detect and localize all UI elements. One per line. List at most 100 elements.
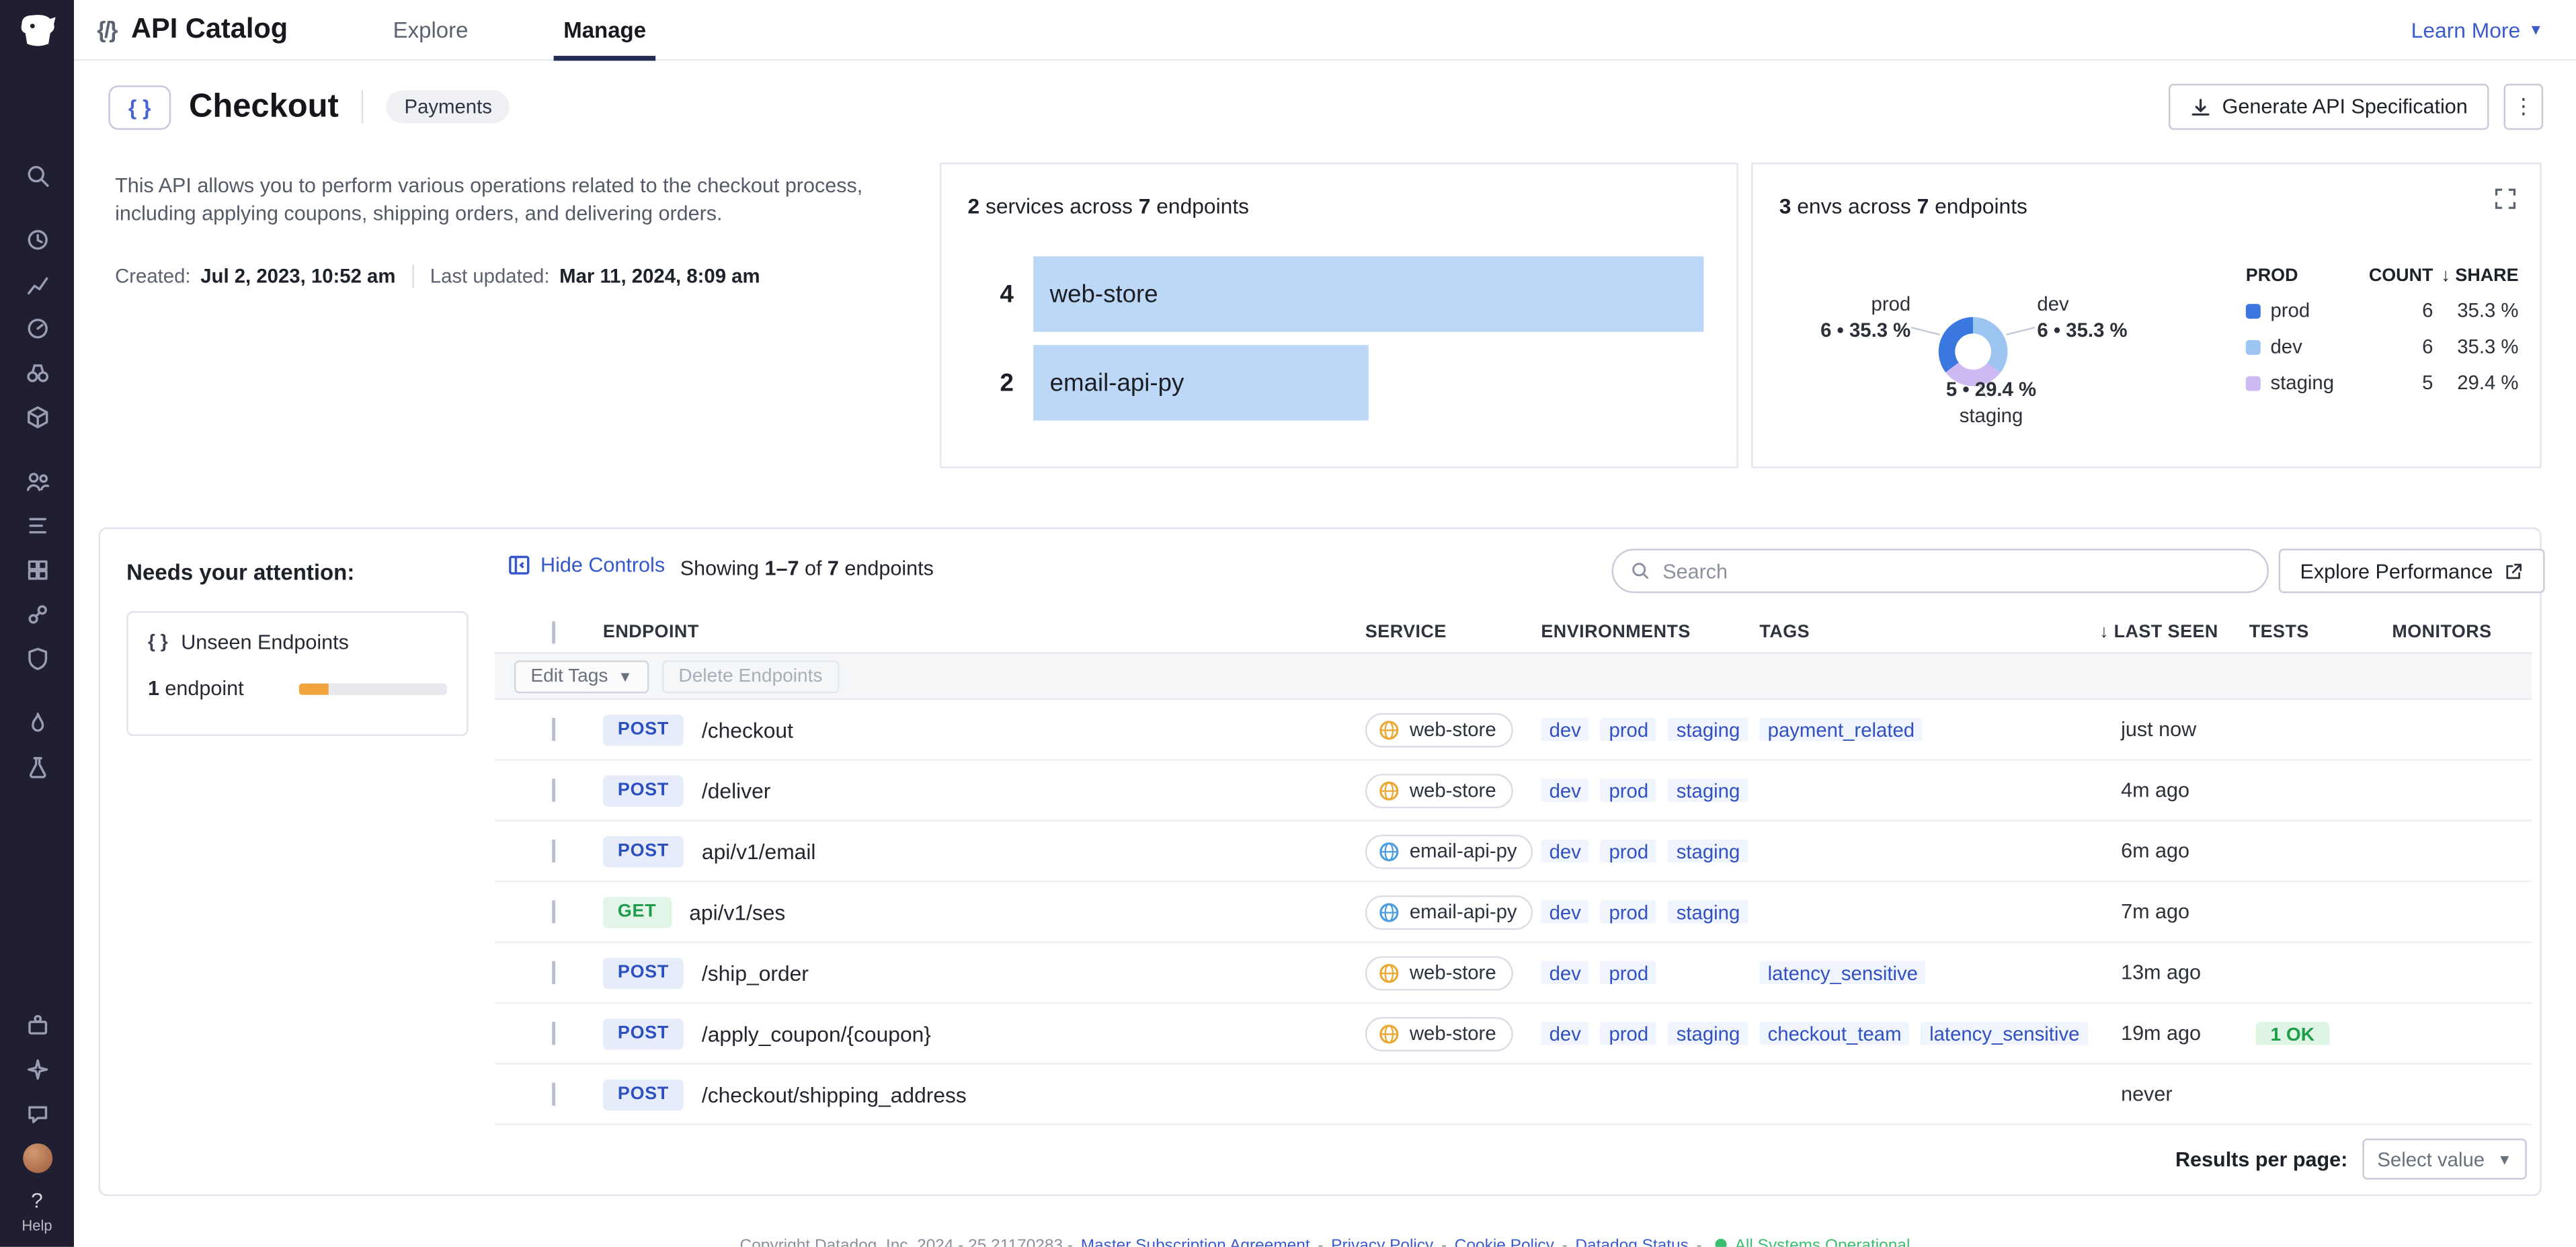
tag[interactable]: checkout_team xyxy=(1759,1022,1909,1045)
endpoint-path[interactable]: /checkout xyxy=(702,717,793,742)
delete-endpoints-button[interactable]: Delete Endpoints xyxy=(662,659,839,692)
environment-tag[interactable]: staging xyxy=(1668,840,1748,862)
hide-controls-button[interactable]: Hide Controls xyxy=(508,554,665,577)
graphs-icon[interactable] xyxy=(0,262,74,306)
chat-icon[interactable] xyxy=(0,1091,74,1135)
service-pill[interactable]: email-api-py xyxy=(1365,834,1533,868)
service-pill[interactable]: email-api-py xyxy=(1365,895,1533,929)
integrations-icon[interactable] xyxy=(0,395,74,439)
results-per-page-select[interactable]: Select value ▼ xyxy=(2362,1139,2526,1180)
col-monitors[interactable]: MONITORS xyxy=(2392,622,2532,641)
tab-manage[interactable]: Manage xyxy=(563,0,646,60)
environment-tag[interactable]: staging xyxy=(1668,778,1748,801)
endpoint-path[interactable]: api/v1/email xyxy=(702,839,816,864)
service-pill[interactable]: web-store xyxy=(1365,955,1513,990)
extensions-icon[interactable] xyxy=(0,1002,74,1047)
col-tags[interactable]: TAGS xyxy=(1759,622,2099,641)
environment-tag[interactable]: prod xyxy=(1601,900,1656,923)
external-link-icon xyxy=(2505,561,2524,581)
tag[interactable]: latency_sensitive xyxy=(1759,961,1926,984)
apm-icon[interactable] xyxy=(0,503,74,547)
row-checkbox[interactable] xyxy=(552,1022,555,1045)
synthetics-icon[interactable] xyxy=(0,592,74,636)
help-button[interactable]: ? Help xyxy=(22,1180,52,1247)
environment-tag[interactable]: dev xyxy=(1541,778,1589,801)
viewport: ? Help {/} API Catalog Explore Manage Le… xyxy=(0,0,2576,1247)
system-status[interactable]: All Systems Operational xyxy=(1735,1237,1910,1247)
legend-row[interactable]: dev635.3 % xyxy=(2246,329,2519,365)
history-icon[interactable] xyxy=(0,217,74,262)
col-tests[interactable]: TESTS xyxy=(2249,622,2392,641)
user-avatar[interactable] xyxy=(0,1135,74,1180)
footer-link[interactable]: Privacy Policy xyxy=(1331,1237,1433,1247)
endpoint-path[interactable]: /checkout/shipping_address xyxy=(702,1082,967,1107)
bar-label: web-store xyxy=(1033,280,1158,309)
sparkles-icon[interactable] xyxy=(0,1047,74,1091)
tag[interactable]: payment_related xyxy=(1759,718,1923,741)
environment-tag[interactable]: prod xyxy=(1601,961,1656,984)
explore-performance-button[interactable]: Explore Performance xyxy=(2279,549,2546,593)
endpoint-path[interactable]: api/v1/ses xyxy=(689,899,785,924)
environment-tag[interactable]: dev xyxy=(1541,1022,1589,1045)
generate-api-spec-button[interactable]: Generate API Specification xyxy=(2168,84,2489,130)
endpoint-rows: POST/checkoutweb-storedevprodstagingpaym… xyxy=(495,700,2532,1125)
legend-row[interactable]: staging529.4 % xyxy=(2246,365,2519,401)
environment-tag[interactable]: staging xyxy=(1668,718,1748,741)
footer-link[interactable]: Master Subscription Agreement xyxy=(1081,1237,1310,1247)
service-pill[interactable]: web-store xyxy=(1365,773,1513,807)
col-endpoint[interactable]: ENDPOINT xyxy=(593,622,1365,641)
footer-link[interactable]: Datadog Status xyxy=(1575,1237,1688,1247)
datadog-logo[interactable] xyxy=(0,7,74,51)
expand-icon[interactable] xyxy=(2494,188,2517,218)
environment-tag[interactable]: dev xyxy=(1541,900,1589,923)
search-input[interactable] xyxy=(1662,559,2251,582)
service-bar[interactable]: email-api-py xyxy=(1033,345,1369,420)
row-checkbox[interactable] xyxy=(552,900,555,923)
service-pill[interactable]: web-store xyxy=(1365,1016,1513,1051)
environment-tag[interactable]: prod xyxy=(1601,718,1656,741)
environment-tag[interactable]: prod xyxy=(1601,840,1656,862)
col-environments[interactable]: ENVIRONMENTS xyxy=(1541,622,1759,641)
category-pill[interactable]: Payments xyxy=(387,90,510,123)
environment-tag[interactable]: dev xyxy=(1541,840,1589,862)
legend-row[interactable]: prod635.3 % xyxy=(2246,292,2519,329)
edit-tags-button[interactable]: Edit Tags ▼ xyxy=(514,659,649,692)
globe-icon xyxy=(1378,1022,1400,1044)
environment-tag[interactable]: dev xyxy=(1541,718,1589,741)
labs-icon[interactable] xyxy=(0,744,74,789)
org-icon[interactable] xyxy=(0,458,74,503)
search-icon[interactable] xyxy=(0,153,74,197)
select-all-checkbox[interactable] xyxy=(552,620,555,643)
row-checkbox[interactable] xyxy=(552,961,555,984)
endpoint-path[interactable]: /deliver xyxy=(702,778,770,803)
endpoint-path[interactable]: /ship_order xyxy=(702,960,809,985)
learn-more-link[interactable]: Learn More ▼ xyxy=(2411,17,2544,42)
tag[interactable]: latency_sensitive xyxy=(1921,1022,2088,1045)
service-pill[interactable]: web-store xyxy=(1365,712,1513,746)
endpoint-path[interactable]: /apply_coupon/{coupon} xyxy=(702,1021,931,1046)
service-bar[interactable]: web-store xyxy=(1033,256,1703,331)
footer-link[interactable]: Cookie Policy xyxy=(1455,1237,1554,1247)
security-icon[interactable] xyxy=(0,636,74,680)
col-service[interactable]: SERVICE xyxy=(1365,622,1541,641)
watchdog-icon[interactable] xyxy=(0,350,74,395)
col-last-seen[interactable]: ↓LAST SEEN xyxy=(2099,622,2249,641)
created-label: Created: xyxy=(115,264,190,287)
containers-icon[interactable] xyxy=(0,547,74,592)
more-options-button[interactable]: ⋮ xyxy=(2504,84,2544,130)
row-checkbox[interactable] xyxy=(552,778,555,801)
environment-tag[interactable]: staging xyxy=(1668,1022,1748,1045)
environment-tag[interactable]: dev xyxy=(1541,961,1589,984)
tab-explore[interactable]: Explore xyxy=(393,0,469,60)
profiling-icon[interactable] xyxy=(0,700,74,744)
unseen-endpoints-card[interactable]: { } Unseen Endpoints 1 endpoint xyxy=(126,611,468,736)
environment-tag[interactable]: prod xyxy=(1601,778,1656,801)
monitors-icon[interactable] xyxy=(0,306,74,350)
tests-badge[interactable]: 1 OK xyxy=(2255,1022,2329,1045)
row-checkbox[interactable] xyxy=(552,1083,555,1106)
row-checkbox[interactable] xyxy=(552,718,555,741)
environment-tag[interactable]: prod xyxy=(1601,1022,1656,1045)
legend-share-sort[interactable]: ↓ SHARE xyxy=(2433,266,2518,286)
environment-tag[interactable]: staging xyxy=(1668,900,1748,923)
row-checkbox[interactable] xyxy=(552,840,555,862)
